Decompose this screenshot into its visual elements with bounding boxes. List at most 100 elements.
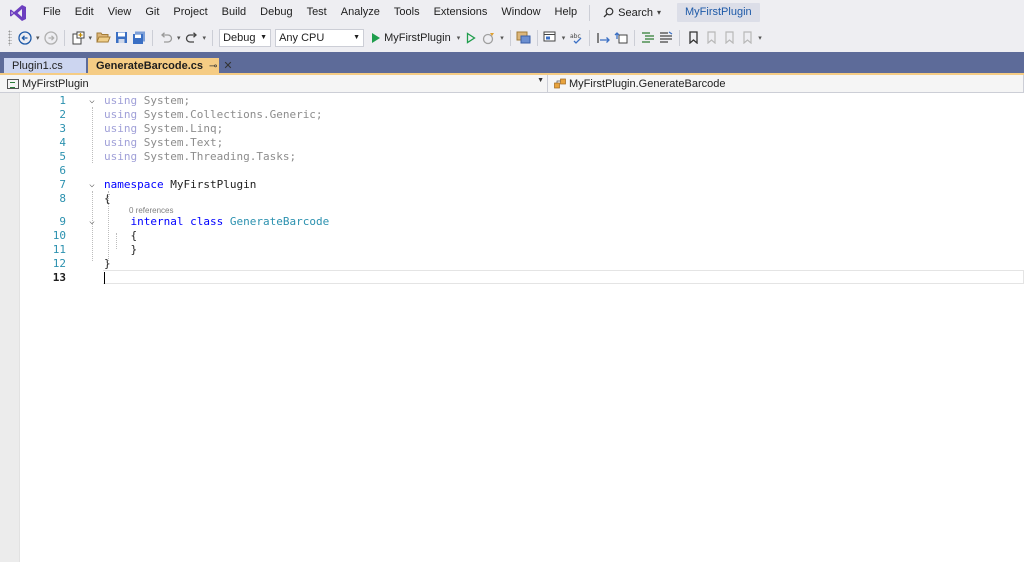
menu-item-debug[interactable]: Debug [253,0,299,25]
start-debugging-button[interactable]: MyFirstPlugin ▾ [372,28,462,48]
menu-item-git[interactable]: Git [138,0,166,25]
code-line[interactable]: 8{ [0,192,1024,206]
codelens-references[interactable]: 0 references [129,206,173,215]
code-token: MyFirstPlugin [163,178,257,191]
code-line[interactable]: 2 using System.Collections.Generic; [0,108,1024,122]
menu-item-file[interactable]: File [36,0,68,25]
spell-check-button[interactable]: abc [568,28,584,48]
chevron-down-icon[interactable]: ▾ [177,34,181,42]
code-line[interactable]: 3 using System.Linq; [0,122,1024,136]
chevron-down-icon[interactable]: ▾ [203,34,207,42]
solution-name-badge[interactable]: MyFirstPlugin [677,3,760,22]
search-button[interactable]: Search ▾ [595,0,669,25]
line-number: 2 [59,108,66,121]
back-arrow-icon [18,30,32,45]
menu-item-edit[interactable]: Edit [68,0,101,25]
start-without-debugging-button[interactable] [463,28,479,48]
configuration-value: Debug [223,31,256,44]
redo-button[interactable] [184,28,200,48]
code-line[interactable]: 12} [0,257,1024,271]
menu-divider [589,4,591,21]
toggle-bookmark-button[interactable] [685,28,701,48]
code-line[interactable]: 10 { [0,229,1024,243]
code-line[interactable]: 4 using System.Text; [0,136,1024,150]
search-label: Search [618,6,653,19]
menu-item-analyze[interactable]: Analyze [334,0,387,25]
code-token: System.Linq; [137,122,224,135]
uncomment-lines-icon [660,31,673,43]
code-token: internal [104,215,184,228]
text-caret [104,272,105,284]
menu-item-window[interactable]: Window [494,0,547,25]
menu-bar: File Edit View Git Project Build Debug Test Anal… [0,0,1024,25]
chevron-down-icon[interactable]: ▾ [500,34,504,42]
search-icon [603,7,614,18]
code-token: using [104,150,138,163]
uncomment-lines-button[interactable] [658,28,674,48]
spell-check-icon: abc [570,33,582,44]
save-button[interactable] [113,28,129,48]
toolbar-overflow-icon[interactable]: ▾ [758,34,762,42]
code-editor[interactable]: 1 ⌵ using System; 2 using System.Collections… [0,93,1024,562]
solution-platform-select[interactable]: Any CPU ▼ [275,28,365,47]
step-into-icon [597,32,610,43]
open-file-button[interactable] [95,28,111,48]
csharp-project-icon [7,78,19,89]
comment-lines-button[interactable] [640,28,656,48]
menu-item-tools[interactable]: Tools [387,0,427,25]
chevron-down-icon[interactable]: ▾ [89,34,93,42]
line-number: 13 [52,271,66,284]
type-dropdown[interactable]: MyFirstPlugin.GenerateBarcode [548,75,1024,92]
browser-link-button[interactable] [516,28,532,48]
menu-item-extensions[interactable]: Extensions [427,0,495,25]
window-layout-icon [543,31,556,41]
menu-item-project[interactable]: Project [166,0,214,25]
save-all-button[interactable] [131,28,147,48]
code-token: class [190,215,224,228]
chevron-down-icon[interactable]: ▾ [36,34,40,42]
code-token: GenerateBarcode [229,215,330,228]
hot-reload-button[interactable] [481,28,497,48]
menu-item-test[interactable]: Test [300,0,334,25]
code-line[interactable]: 7 ⌵ namespace MyFirstPlugin [0,178,1024,192]
outline-guide [92,107,93,163]
solution-configuration-select[interactable]: Debug ▼ [219,28,272,47]
code-line[interactable]: 11 } [0,243,1024,257]
code-line[interactable]: 1 ⌵ using System; [0,94,1024,108]
code-line[interactable]: 9 ⌵ internal class GenerateBarcode [0,215,1024,229]
undo-button[interactable] [158,28,174,48]
toolbar-divider [152,29,154,46]
chevron-down-icon: ▼ [260,34,268,41]
code-line[interactable]: 6 [0,164,1024,178]
step-into-button[interactable] [595,28,611,48]
previous-bookmark-button[interactable] [703,28,719,48]
next-bookmark-button[interactable] [721,28,737,48]
toolbar-divider [589,29,591,46]
code-token: System.Collections.Generic; [137,108,323,121]
hot-reload-icon [483,32,495,44]
bookmark-previous-icon [707,31,716,44]
menu-item-build[interactable]: Build [215,0,253,25]
toolbar-grip[interactable] [8,29,12,46]
window-layout-button[interactable] [543,28,559,48]
navigate-forward-button[interactable] [43,28,59,48]
menu-item-help[interactable]: Help [548,0,585,25]
project-dropdown[interactable]: MyFirstPlugin ▼ [0,75,548,92]
browser-link-icon [516,31,531,44]
clear-bookmarks-button[interactable] [739,28,755,48]
new-project-button[interactable] [70,28,86,48]
collapse-chevron-icon[interactable]: ⌵ [87,94,97,108]
toolbar-divider [509,29,511,46]
redo-icon [185,31,197,43]
chevron-down-icon[interactable]: ▾ [562,34,566,42]
chevron-down-icon: ▾ [456,34,461,42]
navigate-back-button[interactable] [17,28,33,48]
undo-icon [161,31,173,43]
menu-item-view[interactable]: View [101,0,139,25]
code-line[interactable]: 5 using System.Threading.Tasks; [0,150,1024,164]
line-number: 5 [59,150,66,163]
visual-studio-logo-icon[interactable] [0,0,36,25]
collapse-chevron-icon[interactable]: ⌵ [87,178,97,192]
step-out-button[interactable] [613,28,629,48]
class-icon [554,78,566,88]
